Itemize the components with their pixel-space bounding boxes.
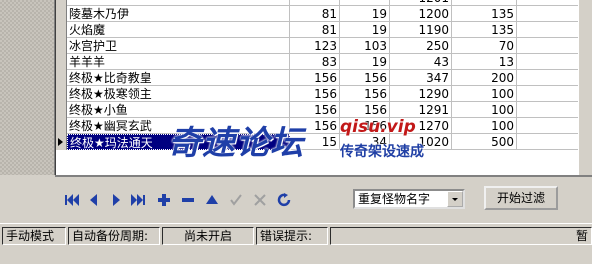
num-cell[interactable]: 19 — [340, 6, 390, 22]
num-cell[interactable]: 156 — [340, 86, 390, 102]
num-cell[interactable]: 100 — [452, 102, 517, 118]
monster-name-cell[interactable]: 终极★比奇教皇 — [67, 70, 290, 86]
table-row[interactable]: 终极★小鱼 156 156 1291 100 — [56, 102, 592, 118]
post-record-icon — [226, 190, 246, 210]
status-backup-label: 自动备份周期: — [68, 227, 160, 245]
row-indicator[interactable] — [56, 134, 67, 150]
table-row[interactable]: 冰宫护卫 123 103 250 70 — [56, 38, 592, 54]
table-row[interactable]: 火焰魔 81 19 1190 135 — [56, 22, 592, 38]
insert-record-icon[interactable] — [154, 190, 174, 210]
row-indicator[interactable] — [56, 118, 67, 134]
num-cell[interactable]: 1291 — [390, 102, 452, 118]
status-message: 暂 — [330, 227, 592, 245]
num-cell[interactable]: 19 — [340, 22, 390, 38]
num-cell[interactable]: 200 — [452, 70, 517, 86]
num-cell[interactable]: 135 — [452, 22, 517, 38]
current-row-arrow-icon — [58, 138, 63, 146]
filter-type-select[interactable]: 重复怪物名字 — [353, 189, 465, 209]
num-cell[interactable]: 1200 — [390, 6, 452, 22]
chevron-down-icon[interactable] — [447, 191, 463, 207]
refresh-icon[interactable] — [274, 190, 294, 210]
watermark-tagline: 传奇架设速成 — [340, 144, 424, 160]
status-mode: 手动模式 — [2, 227, 66, 245]
table-row[interactable]: 终极★玛法通天 15 34 1020 500 — [56, 134, 592, 150]
table-row[interactable]: 终极★比奇教皇 156 156 347 200 — [56, 70, 592, 86]
num-cell[interactable]: 19 — [340, 54, 390, 70]
table-row[interactable]: 陵墓木乃伊 81 19 1200 135 — [56, 6, 592, 22]
last-record-icon[interactable] — [128, 190, 148, 210]
status-error-label: 错误提示: — [256, 227, 328, 245]
monster-data-grid[interactable]: 1201陵墓木乃伊81191200135火焰魔81191190135冰宫护卫12… — [55, 0, 592, 175]
num-cell[interactable]: 156 — [290, 70, 340, 86]
status-bar: 手动模式 自动备份周期: 尚未开启 错误提示: 暂 — [0, 223, 592, 264]
num-cell[interactable]: 70 — [452, 38, 517, 54]
num-cell[interactable]: 81 — [290, 6, 340, 22]
num-cell[interactable]: 156 — [340, 70, 390, 86]
edit-record-icon[interactable] — [202, 190, 222, 210]
row-indicator[interactable] — [56, 102, 67, 118]
monster-name-cell[interactable]: 羊羊羊 — [67, 54, 290, 70]
delete-record-icon[interactable] — [178, 190, 198, 210]
table-row[interactable]: 终极★极寒领主 156 156 1290 100 — [56, 86, 592, 102]
table-row[interactable]: 羊羊羊 83 19 43 13 — [56, 54, 592, 70]
watermark-logo-text: 奇速论坛 — [168, 123, 304, 162]
num-cell[interactable]: 123 — [290, 38, 340, 54]
monster-name-cell[interactable]: 冰宫护卫 — [67, 38, 290, 54]
monster-name-cell[interactable]: 陵墓木乃伊 — [67, 6, 290, 22]
row-indicator[interactable] — [56, 22, 67, 38]
next-record-icon[interactable] — [106, 190, 126, 210]
num-cell[interactable]: 103 — [340, 38, 390, 54]
num-cell[interactable]: 500 — [452, 134, 517, 150]
vertical-scrollbar[interactable] — [578, 0, 592, 175]
filter-type-value: 重复怪物名字 — [358, 192, 431, 206]
num-cell[interactable]: 13 — [452, 54, 517, 70]
row-indicator[interactable] — [56, 54, 67, 70]
table-row[interactable]: 终极★幽冥玄武 156 156 1270 100 — [56, 118, 592, 134]
num-cell[interactable]: 81 — [290, 22, 340, 38]
cancel-record-icon — [250, 190, 270, 210]
num-cell[interactable]: 83 — [290, 54, 340, 70]
num-cell[interactable]: 156 — [340, 102, 390, 118]
num-cell[interactable]: 347 — [390, 70, 452, 86]
monster-name-cell[interactable]: 火焰魔 — [67, 22, 290, 38]
watermark-url: qisu.vip — [340, 117, 416, 137]
num-cell[interactable]: 1290 — [390, 86, 452, 102]
num-cell[interactable]: 156 — [290, 86, 340, 102]
row-indicator[interactable] — [56, 38, 67, 54]
start-filter-button[interactable]: 开始过滤 — [484, 186, 558, 210]
num-cell[interactable]: 250 — [390, 38, 452, 54]
num-cell[interactable]: 100 — [452, 86, 517, 102]
first-record-icon[interactable] — [62, 190, 82, 210]
monster-name-cell[interactable]: 终极★极寒领主 — [67, 86, 290, 102]
num-cell[interactable]: 43 — [390, 54, 452, 70]
prior-record-icon[interactable] — [84, 190, 104, 210]
left-panel-strip — [0, 0, 55, 175]
row-indicator[interactable] — [56, 86, 67, 102]
row-indicator[interactable] — [56, 70, 67, 86]
num-cell[interactable]: 1190 — [390, 22, 452, 38]
num-cell[interactable]: 135 — [452, 6, 517, 22]
status-backup-value: 尚未开启 — [162, 227, 254, 245]
num-cell[interactable]: 100 — [452, 118, 517, 134]
row-indicator[interactable] — [56, 6, 67, 22]
